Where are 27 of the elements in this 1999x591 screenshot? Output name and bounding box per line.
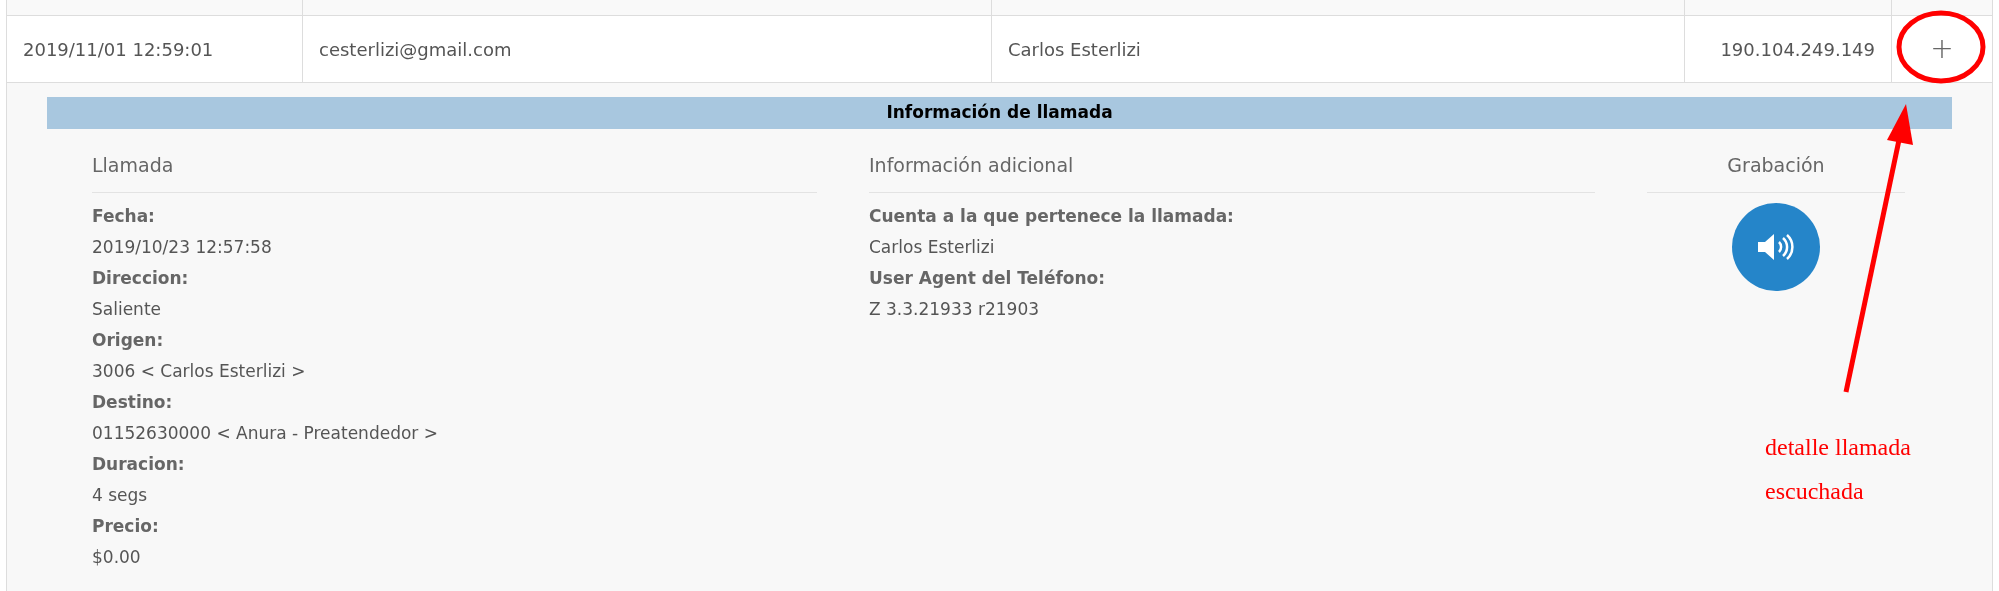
- field-value: Z 3.3.21933 r21903: [869, 297, 1041, 321]
- field-value: 2019/10/23 12:57:58: [92, 235, 273, 259]
- field-label: Direccion:: [92, 266, 190, 290]
- field-label: Origen:: [92, 328, 165, 352]
- table-cell: Carlos Esterlizi: [992, 16, 1685, 82]
- field-value: 3006 < Carlos Esterlizi >: [92, 359, 307, 383]
- field-label: User Agent del Teléfono:: [869, 266, 1107, 290]
- field-value: Carlos Esterlizi: [869, 235, 996, 259]
- section-heading: Llamada: [92, 151, 817, 193]
- section-heading: Grabación: [1647, 151, 1905, 193]
- table-cell: 2019/11/01 12:59:01: [7, 16, 303, 82]
- field-value: $0.00: [92, 545, 142, 569]
- field-label: Precio:: [92, 514, 160, 538]
- field-label: Fecha:: [92, 204, 156, 228]
- expand-button[interactable]: +: [1930, 28, 1954, 70]
- field-value: 01152630000 < Anura - Preatendedor >: [92, 421, 439, 445]
- annotation-text: detalle llamada: [1765, 433, 1911, 462]
- table-cell: 190.104.249.149: [1685, 16, 1892, 82]
- section-heading: Información adicional: [869, 151, 1595, 193]
- field-label: Duracion:: [92, 452, 186, 476]
- field-label: Cuenta a la que pertenece la llamada:: [869, 204, 1235, 228]
- field-label: Destino:: [92, 390, 174, 414]
- annotation-text: escuchada: [1765, 477, 1865, 506]
- field-value: Saliente: [92, 297, 162, 321]
- field-value: 4 segs: [92, 483, 149, 507]
- table-cell: cesterlizi@gmail.com: [303, 16, 992, 82]
- banner-title: Información de llamada: [886, 101, 1113, 125]
